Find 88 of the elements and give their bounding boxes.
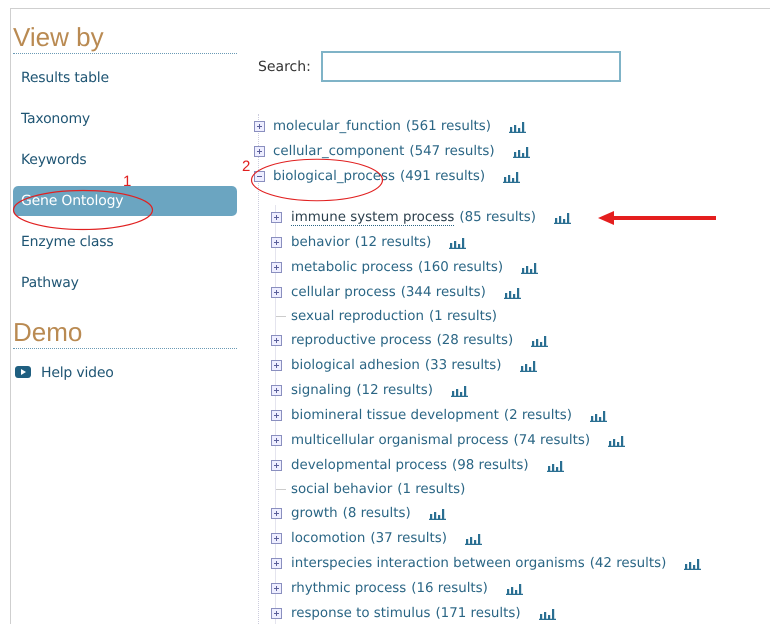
tree-node-label[interactable]: metabolic process — [291, 260, 413, 275]
tree-node-label[interactable]: sexual reproduction — [291, 309, 424, 324]
result-count: (98 results) — [452, 458, 529, 473]
help-video-link[interactable]: Help video — [35, 361, 122, 385]
result-count: (28 results) — [436, 333, 514, 348]
bar-chart-icon[interactable] — [506, 582, 523, 594]
section-heading: View by — [13, 21, 237, 54]
result-count: (8 results) — [342, 506, 411, 521]
result-count: (85 results) — [459, 210, 536, 225]
bar-chart-icon[interactable] — [520, 360, 537, 372]
bar-chart-icon[interactable] — [684, 558, 702, 570]
result-count: (1 results) — [428, 309, 498, 324]
expand-icon[interactable] — [271, 533, 282, 544]
tree-node-label[interactable]: cellular process — [291, 285, 396, 300]
expand-icon[interactable] — [271, 262, 282, 273]
expand-icon[interactable] — [254, 146, 265, 157]
bar-chart-icon[interactable] — [449, 236, 466, 248]
result-count: (33 results) — [424, 358, 502, 373]
expand-icon[interactable] — [271, 583, 282, 594]
result-count: (2 results) — [504, 408, 572, 423]
bar-chart-icon[interactable] — [554, 212, 572, 224]
result-count: (37 results) — [370, 531, 447, 546]
collapse-icon[interactable] — [254, 171, 265, 182]
result-count: (42 results) — [590, 556, 666, 571]
result-count: (344 results) — [400, 285, 486, 300]
expand-icon[interactable] — [271, 212, 282, 223]
result-count: (74 results) — [513, 433, 590, 448]
sidebar-item[interactable]: Pathway — [13, 271, 237, 295]
sidebar-item[interactable]: Results table — [13, 66, 237, 90]
result-count: (12 results) — [356, 383, 433, 398]
bar-chart-icon[interactable] — [546, 460, 564, 472]
tree-node-label[interactable]: biomineral tissue development — [291, 408, 499, 423]
result-count: (12 results) — [354, 235, 432, 250]
tree-node-label[interactable]: signaling — [291, 383, 352, 398]
tree-node-label[interactable]: developmental process — [291, 458, 447, 473]
tree-node-label[interactable]: growth — [291, 506, 338, 521]
tree-node-label[interactable]: interspecies interaction between organisms — [291, 556, 585, 571]
expand-icon[interactable] — [271, 558, 282, 569]
result-count: (547 results) — [409, 144, 495, 159]
bar-chart-icon[interactable] — [450, 384, 468, 396]
bar-chart-icon[interactable] — [428, 508, 446, 520]
expand-icon[interactable] — [271, 460, 282, 471]
tree-node-label[interactable]: response to stimulus — [291, 606, 430, 621]
bar-chart-icon[interactable] — [608, 434, 626, 446]
result-count: (1 results) — [397, 482, 466, 497]
expand-icon[interactable] — [271, 335, 282, 346]
expand-icon[interactable] — [271, 508, 282, 519]
bar-chart-icon[interactable] — [504, 286, 521, 298]
bar-chart-icon[interactable] — [509, 120, 526, 132]
expand-icon[interactable] — [254, 121, 265, 132]
expand-icon[interactable] — [271, 435, 282, 446]
tree-node-label[interactable]: social behavior — [291, 482, 392, 497]
expand-icon[interactable] — [271, 287, 282, 298]
tree-node-label[interactable]: biological adhesion — [291, 358, 420, 373]
tree-node-label[interactable]: behavior — [291, 235, 350, 250]
bar-chart-icon[interactable] — [538, 608, 556, 620]
expand-icon[interactable] — [271, 360, 282, 371]
bar-chart-icon[interactable] — [531, 334, 548, 346]
annotation-number: 2 — [242, 160, 250, 174]
tree-node-label[interactable]: cellular_component — [273, 144, 404, 159]
sidebar-item[interactable]: Keywords — [13, 148, 237, 172]
result-count: (491 results) — [400, 169, 486, 184]
bar-chart-icon[interactable] — [503, 170, 520, 182]
tree-node-label[interactable]: immune system process — [291, 210, 454, 226]
sidebar-item[interactable]: Enzyme class — [13, 230, 237, 254]
bar-chart-icon[interactable] — [590, 410, 607, 422]
section-heading: Demo — [13, 316, 237, 349]
result-count: (16 results) — [411, 581, 488, 596]
tree-node-label[interactable]: rhythmic process — [291, 581, 406, 596]
result-count: (160 results) — [418, 260, 504, 275]
tree-node-label[interactable]: locomotion — [291, 531, 366, 546]
annotation-number: 1 — [123, 175, 132, 189]
bar-chart-icon[interactable] — [464, 532, 482, 544]
expand-icon[interactable] — [271, 410, 282, 421]
expand-icon[interactable] — [271, 237, 282, 248]
result-count: (561 results) — [406, 119, 491, 134]
expand-icon[interactable] — [271, 385, 282, 396]
bar-chart-icon[interactable] — [521, 262, 538, 274]
tree-node-label[interactable]: molecular_function — [273, 119, 401, 134]
search-field[interactable] — [320, 51, 621, 82]
video-play-icon[interactable] — [15, 366, 31, 378]
search-label: Search: — [258, 58, 311, 74]
sidebar-item[interactable]: Taxonomy — [13, 107, 237, 131]
expand-icon[interactable] — [271, 608, 282, 619]
tree-node-label[interactable]: multicellular organismal process — [291, 433, 508, 448]
tree-node-label[interactable]: reproductive process — [291, 333, 432, 348]
bar-chart-icon[interactable] — [512, 146, 530, 158]
result-count: (171 results) — [435, 606, 521, 621]
